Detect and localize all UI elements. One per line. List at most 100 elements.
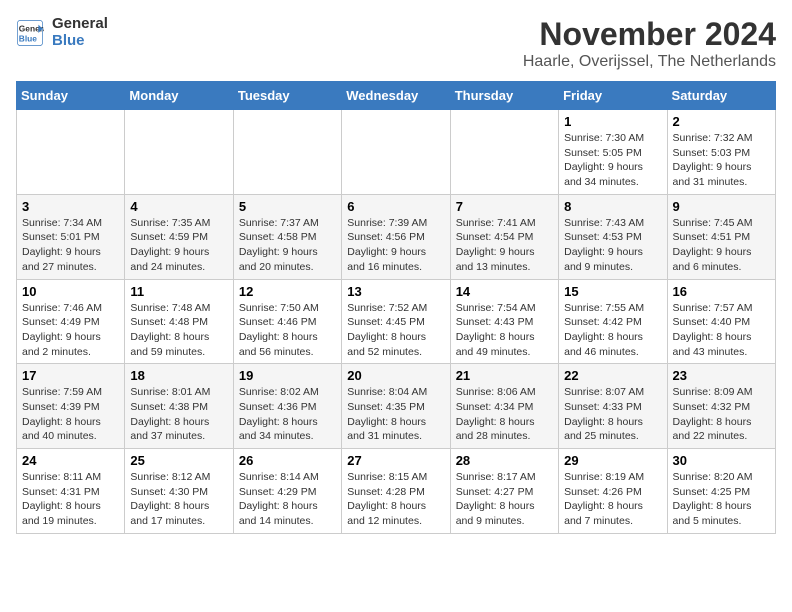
logo-line2: Blue bbox=[52, 33, 108, 50]
logo: General Blue General Blue bbox=[16, 16, 108, 49]
day-info: Sunrise: 8:09 AMSunset: 4:32 PMDaylight:… bbox=[673, 385, 770, 444]
day-number: 29 bbox=[564, 453, 661, 468]
day-info: Sunrise: 7:37 AMSunset: 4:58 PMDaylight:… bbox=[239, 216, 336, 275]
day-info: Sunrise: 7:57 AMSunset: 4:40 PMDaylight:… bbox=[673, 301, 770, 360]
day-info: Sunrise: 8:14 AMSunset: 4:29 PMDaylight:… bbox=[239, 470, 336, 529]
calendar-week-row: 24Sunrise: 8:11 AMSunset: 4:31 PMDayligh… bbox=[17, 449, 776, 534]
day-info: Sunrise: 8:01 AMSunset: 4:38 PMDaylight:… bbox=[130, 385, 227, 444]
calendar-cell: 15 Sunrise: 7:55 AMSunset: 4:42 PMDayligh… bbox=[559, 279, 667, 364]
day-number: 3 bbox=[22, 199, 119, 214]
calendar-week-row: 3 Sunrise: 7:34 AMSunset: 5:01 PMDaylight… bbox=[17, 194, 776, 279]
day-info: Sunrise: 8:12 AMSunset: 4:30 PMDaylight:… bbox=[130, 470, 227, 529]
logo-icon: General Blue bbox=[16, 19, 44, 47]
day-info: Sunrise: 7:30 AMSunset: 5:05 PMDaylight:… bbox=[564, 131, 661, 190]
day-info: Sunrise: 7:55 AMSunset: 4:42 PMDaylight:… bbox=[564, 301, 661, 360]
calendar-cell: 28 Sunrise: 8:17 AMSunset: 4:27 PMDayligh… bbox=[450, 449, 558, 534]
calendar-cell bbox=[342, 110, 450, 195]
day-number: 27 bbox=[347, 453, 444, 468]
day-info: Sunrise: 7:43 AMSunset: 4:53 PMDaylight:… bbox=[564, 216, 661, 275]
calendar-cell: 1 Sunrise: 7:30 AMSunset: 5:05 PMDaylight… bbox=[559, 110, 667, 195]
header-friday: Friday bbox=[559, 82, 667, 110]
calendar-cell: 26 Sunrise: 8:14 AMSunset: 4:29 PMDayligh… bbox=[233, 449, 341, 534]
day-number: 25 bbox=[130, 453, 227, 468]
calendar-cell: 23Sunrise: 8:09 AMSunset: 4:32 PMDayligh… bbox=[667, 364, 775, 449]
day-number: 15 bbox=[564, 284, 661, 299]
day-number: 13 bbox=[347, 284, 444, 299]
calendar-cell: 10Sunrise: 7:46 AMSunset: 4:49 PMDayligh… bbox=[17, 279, 125, 364]
calendar-cell: 7Sunrise: 7:41 AMSunset: 4:54 PMDaylight… bbox=[450, 194, 558, 279]
svg-text:Blue: Blue bbox=[19, 33, 37, 43]
day-number: 21 bbox=[456, 368, 553, 383]
day-number: 11 bbox=[130, 284, 227, 299]
day-info: Sunrise: 8:04 AMSunset: 4:35 PMDaylight:… bbox=[347, 385, 444, 444]
day-info: Sunrise: 7:41 AMSunset: 4:54 PMDaylight:… bbox=[456, 216, 553, 275]
calendar-cell: 25 Sunrise: 8:12 AMSunset: 4:30 PMDayligh… bbox=[125, 449, 233, 534]
day-number: 5 bbox=[239, 199, 336, 214]
calendar-cell: 2 Sunrise: 7:32 AMSunset: 5:03 PMDaylight… bbox=[667, 110, 775, 195]
day-info: Sunrise: 8:19 AMSunset: 4:26 PMDaylight:… bbox=[564, 470, 661, 529]
day-info: Sunrise: 8:02 AMSunset: 4:36 PMDaylight:… bbox=[239, 385, 336, 444]
calendar-cell: 24Sunrise: 8:11 AMSunset: 4:31 PMDayligh… bbox=[17, 449, 125, 534]
day-number: 6 bbox=[347, 199, 444, 214]
calendar-cell: 5 Sunrise: 7:37 AMSunset: 4:58 PMDaylight… bbox=[233, 194, 341, 279]
calendar-cell bbox=[450, 110, 558, 195]
calendar-cell: 30Sunrise: 8:20 AMSunset: 4:25 PMDayligh… bbox=[667, 449, 775, 534]
day-number: 9 bbox=[673, 199, 770, 214]
calendar-week-row: 10Sunrise: 7:46 AMSunset: 4:49 PMDayligh… bbox=[17, 279, 776, 364]
day-number: 22 bbox=[564, 368, 661, 383]
calendar-cell bbox=[125, 110, 233, 195]
calendar-cell: 11 Sunrise: 7:48 AMSunset: 4:48 PMDayligh… bbox=[125, 279, 233, 364]
header-thursday: Thursday bbox=[450, 82, 558, 110]
day-info: Sunrise: 8:20 AMSunset: 4:25 PMDaylight:… bbox=[673, 470, 770, 529]
page-header: General Blue General Blue November 2024 … bbox=[16, 16, 776, 71]
calendar-cell: 9Sunrise: 7:45 AMSunset: 4:51 PMDaylight… bbox=[667, 194, 775, 279]
day-info: Sunrise: 8:11 AMSunset: 4:31 PMDaylight:… bbox=[22, 470, 119, 529]
calendar-week-row: 17 Sunrise: 7:59 AMSunset: 4:39 PMDayligh… bbox=[17, 364, 776, 449]
day-info: Sunrise: 7:52 AMSunset: 4:45 PMDaylight:… bbox=[347, 301, 444, 360]
day-number: 8 bbox=[564, 199, 661, 214]
calendar-cell: 29 Sunrise: 8:19 AMSunset: 4:26 PMDayligh… bbox=[559, 449, 667, 534]
calendar-cell: 18 Sunrise: 8:01 AMSunset: 4:38 PMDayligh… bbox=[125, 364, 233, 449]
day-number: 18 bbox=[130, 368, 227, 383]
header-saturday: Saturday bbox=[667, 82, 775, 110]
calendar-week-row: 1 Sunrise: 7:30 AMSunset: 5:05 PMDaylight… bbox=[17, 110, 776, 195]
header-monday: Monday bbox=[125, 82, 233, 110]
day-number: 14 bbox=[456, 284, 553, 299]
day-info: Sunrise: 7:34 AMSunset: 5:01 PMDaylight:… bbox=[22, 216, 119, 275]
calendar-cell: 6 Sunrise: 7:39 AMSunset: 4:56 PMDaylight… bbox=[342, 194, 450, 279]
calendar-cell: 14 Sunrise: 7:54 AMSunset: 4:43 PMDayligh… bbox=[450, 279, 558, 364]
calendar-cell: 21Sunrise: 8:06 AMSunset: 4:34 PMDayligh… bbox=[450, 364, 558, 449]
calendar-cell: 8 Sunrise: 7:43 AMSunset: 4:53 PMDaylight… bbox=[559, 194, 667, 279]
day-number: 26 bbox=[239, 453, 336, 468]
logo-line1: General bbox=[52, 16, 108, 33]
day-info: Sunrise: 7:54 AMSunset: 4:43 PMDaylight:… bbox=[456, 301, 553, 360]
calendar-cell bbox=[233, 110, 341, 195]
calendar-cell: 22Sunrise: 8:07 AMSunset: 4:33 PMDayligh… bbox=[559, 364, 667, 449]
day-number: 2 bbox=[673, 114, 770, 129]
day-info: Sunrise: 7:35 AMSunset: 4:59 PMDaylight:… bbox=[130, 216, 227, 275]
day-info: Sunrise: 7:32 AMSunset: 5:03 PMDaylight:… bbox=[673, 131, 770, 190]
day-info: Sunrise: 7:50 AMSunset: 4:46 PMDaylight:… bbox=[239, 301, 336, 360]
calendar-cell: 19Sunrise: 8:02 AMSunset: 4:36 PMDayligh… bbox=[233, 364, 341, 449]
header-sunday: Sunday bbox=[17, 82, 125, 110]
title-section: November 2024 Haarle, Overijssel, The Ne… bbox=[523, 16, 776, 71]
day-info: Sunrise: 8:17 AMSunset: 4:27 PMDaylight:… bbox=[456, 470, 553, 529]
day-info: Sunrise: 7:39 AMSunset: 4:56 PMDaylight:… bbox=[347, 216, 444, 275]
calendar-header-row: SundayMondayTuesdayWednesdayThursdayFrid… bbox=[17, 82, 776, 110]
calendar-cell: 13 Sunrise: 7:52 AMSunset: 4:45 PMDayligh… bbox=[342, 279, 450, 364]
calendar-cell bbox=[17, 110, 125, 195]
calendar-cell: 17 Sunrise: 7:59 AMSunset: 4:39 PMDayligh… bbox=[17, 364, 125, 449]
calendar-table: SundayMondayTuesdayWednesdayThursdayFrid… bbox=[16, 81, 776, 534]
day-number: 1 bbox=[564, 114, 661, 129]
day-number: 28 bbox=[456, 453, 553, 468]
header-wednesday: Wednesday bbox=[342, 82, 450, 110]
calendar-cell: 12Sunrise: 7:50 AMSunset: 4:46 PMDayligh… bbox=[233, 279, 341, 364]
day-info: Sunrise: 7:59 AMSunset: 4:39 PMDaylight:… bbox=[22, 385, 119, 444]
day-number: 4 bbox=[130, 199, 227, 214]
day-number: 17 bbox=[22, 368, 119, 383]
calendar-cell: 16Sunrise: 7:57 AMSunset: 4:40 PMDayligh… bbox=[667, 279, 775, 364]
calendar-cell: 3 Sunrise: 7:34 AMSunset: 5:01 PMDaylight… bbox=[17, 194, 125, 279]
day-info: Sunrise: 8:15 AMSunset: 4:28 PMDaylight:… bbox=[347, 470, 444, 529]
day-info: Sunrise: 7:48 AMSunset: 4:48 PMDaylight:… bbox=[130, 301, 227, 360]
day-number: 10 bbox=[22, 284, 119, 299]
